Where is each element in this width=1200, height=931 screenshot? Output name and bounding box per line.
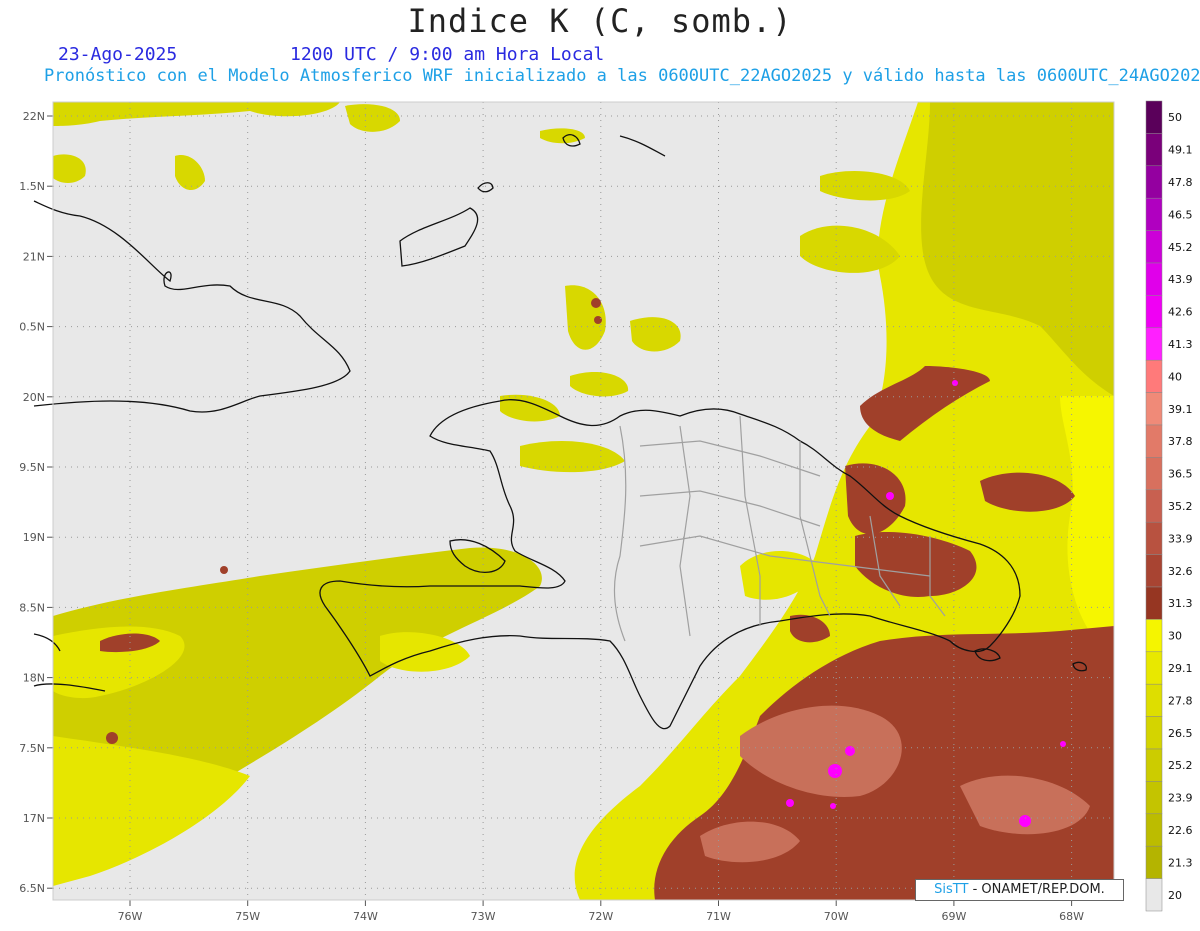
shade-brown-sw3 [220, 566, 228, 574]
colorbar-label: 31.3 [1168, 597, 1193, 610]
latitude-labels: 22N 1.5N 21N 0.5N 20N 9.5N 19N 8.5N 18N 7.5N 17N 6.… [19, 110, 53, 895]
colorbar-swatch [1145, 845, 1163, 879]
shade-magenta3 [786, 799, 794, 807]
lat-label: 17N [23, 812, 45, 825]
lon-label: 69W [941, 910, 966, 923]
shade-magenta4 [830, 803, 836, 809]
colorbar-swatch [1145, 165, 1163, 199]
colorbar-label: 41.3 [1168, 338, 1193, 351]
lat-label: 1.5N [19, 180, 45, 193]
shade-brown-c2 [594, 316, 602, 324]
lat-label: 19N [23, 531, 45, 544]
colorbar-swatch [1145, 457, 1163, 491]
forecast-time: 1200 UTC / 9:00 am Hora Local [290, 44, 605, 65]
colorbar-label: 30 [1168, 630, 1182, 643]
colorbar-label: 32.6 [1168, 565, 1193, 578]
colorbar-label: 43.9 [1168, 273, 1193, 286]
longitude-labels: 76W 75W 74W 73W 72W 71W 70W 69W 68W [118, 900, 1084, 923]
lon-label: 74W [353, 910, 378, 923]
colorbar-label: 45.2 [1168, 241, 1193, 254]
shade-magenta1 [828, 764, 842, 778]
colorbar-label: 35.2 [1168, 500, 1193, 513]
colorbar-label: 27.8 [1168, 694, 1193, 707]
credit-box: SisTT - ONAMET/REP.DOM. [915, 879, 1124, 901]
colorbar-swatch [1145, 327, 1163, 361]
lon-label: 70W [824, 910, 849, 923]
colorbar-label: 50 [1168, 111, 1182, 124]
map-title: Indice K (C, somb.) [407, 2, 793, 40]
colorbar-label: 46.5 [1168, 208, 1193, 221]
colorbar-swatch [1145, 878, 1163, 912]
colorbar-label: 25.2 [1168, 759, 1193, 772]
colorbar-swatch [1145, 392, 1163, 426]
lat-label: 8.5N [19, 601, 45, 614]
colorbar-swatch [1145, 748, 1163, 782]
lon-label: 71W [706, 910, 731, 923]
colorbar-swatch [1145, 781, 1163, 815]
colorbar-swatch [1145, 197, 1163, 231]
colorbar-label: 22.6 [1168, 824, 1193, 837]
shade-brown-sw2 [106, 732, 118, 744]
lon-label: 73W [471, 910, 496, 923]
lat-label: 18N [23, 672, 45, 685]
colorbar-label: 49.1 [1168, 144, 1193, 157]
colorbar-swatch [1145, 295, 1163, 329]
credit-text: - ONAMET/REP.DOM. [968, 882, 1105, 897]
colorbar-swatch [1145, 554, 1163, 588]
colorbar-label: 21.3 [1168, 856, 1193, 869]
shade-magenta8 [952, 380, 958, 386]
colorbar-swatch [1145, 521, 1163, 555]
shade-magenta6 [1060, 741, 1066, 747]
colorbar-label: 42.6 [1168, 306, 1193, 319]
forecast-subtitle: Pronóstico con el Modelo Atmosferico WRF… [44, 66, 1200, 86]
colorbar-label: 37.8 [1168, 435, 1193, 448]
colorbar-swatch [1145, 586, 1163, 620]
page: Indice K (C, somb.) 23-Ago-2025 1200 UTC… [0, 0, 1200, 927]
lat-label: 0.5N [19, 321, 45, 334]
lat-label: 9.5N [19, 461, 45, 474]
colorbar-label: 20 [1168, 889, 1182, 902]
lat-label: 20N [23, 391, 45, 404]
lon-label: 72W [588, 910, 613, 923]
colorbar: 50 49.1 47.8 46.5 45.2 43.9 42.6 41.3 40 39.1 37.8… [1145, 100, 1193, 912]
colorbar-swatch [1145, 133, 1163, 167]
k-index-map: 22N 1.5N 21N 0.5N 20N 9.5N 19N 8.5N 18N 7.5N 17N 6.… [19, 100, 1193, 923]
colorbar-label: 26.5 [1168, 727, 1193, 740]
colorbar-label: 23.9 [1168, 792, 1193, 805]
shade-magenta2 [845, 746, 855, 756]
lon-label: 68W [1059, 910, 1084, 923]
colorbar-swatch [1145, 619, 1163, 653]
lat-label: 21N [23, 250, 45, 263]
colorbar-swatch [1145, 651, 1163, 685]
shade-magenta5 [1019, 815, 1031, 827]
colorbar-label: 33.9 [1168, 532, 1193, 545]
forecast-date: 23-Ago-2025 [58, 44, 178, 65]
colorbar-label: 36.5 [1168, 468, 1193, 481]
lat-label: 6.5N [19, 882, 45, 895]
lat-label: 7.5N [19, 742, 45, 755]
colorbar-label: 47.8 [1168, 176, 1193, 189]
colorbar-swatch [1145, 359, 1163, 393]
lat-label: 22N [23, 110, 45, 123]
colorbar-swatch [1145, 683, 1163, 717]
colorbar-label: 29.1 [1168, 662, 1193, 675]
colorbar-label: 39.1 [1168, 403, 1193, 416]
credit-sis: SisTT [934, 882, 969, 897]
colorbar-swatch [1145, 813, 1163, 847]
colorbar-swatch [1145, 262, 1163, 296]
colorbar-swatch [1145, 489, 1163, 523]
colorbar-label: 40 [1168, 370, 1182, 383]
lon-label: 75W [235, 910, 260, 923]
colorbar-swatch [1145, 100, 1163, 134]
colorbar-swatch [1145, 230, 1163, 264]
map-area: 22N 1.5N 21N 0.5N 20N 9.5N 19N 8.5N 18N 7.5N 17N 6.… [0, 96, 1200, 927]
lon-label: 76W [118, 910, 143, 923]
shade-magenta7 [886, 492, 894, 500]
shade-brown-c1 [591, 298, 601, 308]
colorbar-swatch [1145, 424, 1163, 458]
colorbar-swatch [1145, 716, 1163, 750]
